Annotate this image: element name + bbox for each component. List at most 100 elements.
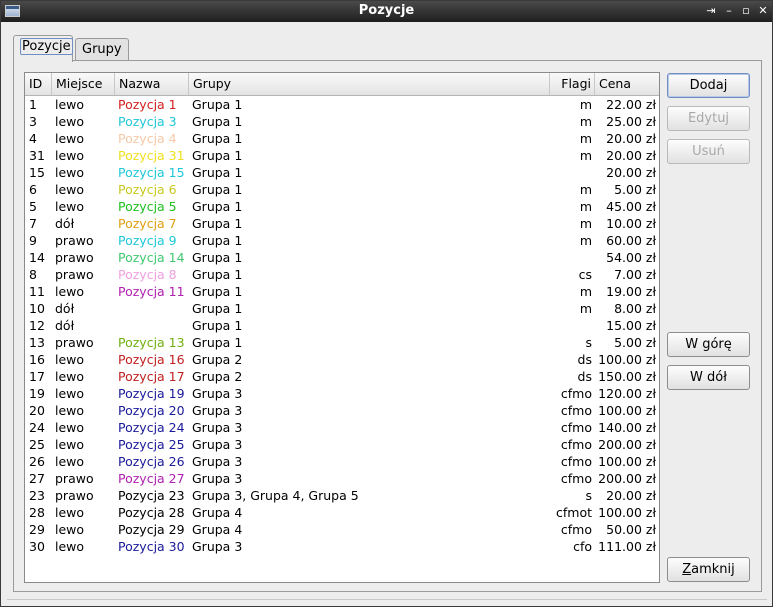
cell-cena: 100.00 zł [598,454,656,469]
cell-flagi: cfmo [560,471,592,486]
edit-button[interactable]: Edytuj [667,106,750,131]
cell-grupy: Grupa 4 [192,505,243,520]
cell-grupy: Grupa 3 [192,454,243,469]
cell-flagi: cfo [573,539,592,554]
cell-id: 4 [29,131,37,146]
table-row[interactable]: 5 lewo Pozycja 5 Grupa 1 m 45.00 zł [25,198,659,215]
table-row[interactable]: 17 lewo Pozycja 17 Grupa 2 ds 150.00 zł [25,368,659,385]
cell-id: 16 [29,352,45,367]
cell-miejsce: lewo [55,522,85,537]
table-row[interactable]: 30 lewo Pozycja 30 Grupa 3 cfo 111.00 zł [25,538,659,555]
cell-id: 9 [29,233,37,248]
table-row[interactable]: 14 prawo Pozycja 14 Grupa 1 54.00 zł [25,249,659,266]
cell-nazwa: Pozycja 14 [118,250,185,265]
title-bar[interactable]: Pozycje ⇥ – ▫ ✕ [1,1,772,22]
table-row[interactable]: 12 dół Grupa 1 15.00 zł [25,317,659,334]
remove-button[interactable]: Usuń [667,139,750,164]
cell-flagi: m [579,114,592,129]
close-button[interactable]: Zamknij [667,557,750,582]
cell-nazwa: Pozycja 29 [118,522,185,537]
cell-flagi: cfmo [560,403,592,418]
table-row[interactable]: 15 lewo Pozycja 15 Grupa 1 20.00 zł [25,164,659,181]
table-row[interactable]: 24 lewo Pozycja 24 Grupa 3 cfmo 140.00 zł [25,419,659,436]
add-button[interactable]: Dodaj [667,73,750,98]
table-row[interactable]: 11 lewo Pozycja 11 Grupa 1 m 19.00 zł [25,283,659,300]
cell-id: 7 [29,216,37,231]
column-header-id[interactable]: ID [25,73,52,95]
cell-miejsce: dół [55,318,75,333]
tab-pozycje[interactable]: Pozycje [13,35,73,62]
move-up-button[interactable]: W górę [667,332,750,357]
cell-flagi: m [579,233,592,248]
cell-id: 6 [29,182,37,197]
column-header-grupy[interactable]: Grupy [189,73,550,95]
cell-grupy: Grupa 1 [192,182,243,197]
cell-grupy: Grupa 3 [192,403,243,418]
table-row[interactable]: 29 lewo Pozycja 29 Grupa 4 cfmo 50.00 zł [25,521,659,538]
table-row[interactable]: 19 lewo Pozycja 19 Grupa 3 cfmo 120.00 zł [25,385,659,402]
table-row[interactable]: 4 lewo Pozycja 4 Grupa 1 m 20.00 zł [25,130,659,147]
maximize-icon[interactable]: ▫ [739,4,753,18]
table-row[interactable]: 20 lewo Pozycja 20 Grupa 3 cfmo 100.00 zł [25,402,659,419]
minimize-icon[interactable]: – [722,4,736,18]
cell-id: 20 [29,403,45,418]
cell-cena: 10.00 zł [606,216,656,231]
cell-cena: 20.00 zł [606,165,656,180]
table-row[interactable]: 8 prawo Pozycja 8 Grupa 1 cs 7.00 zł [25,266,659,283]
column-header-flagi[interactable]: Flagi [550,73,595,95]
cell-id: 13 [29,335,45,350]
table-row[interactable]: 9 prawo Pozycja 9 Grupa 1 m 60.00 zł [25,232,659,249]
cell-nazwa: Pozycja 30 [118,539,185,554]
cell-nazwa: Pozycja 8 [118,267,177,282]
cell-cena: 200.00 zł [598,437,656,452]
table-row[interactable]: 7 dół Pozycja 7 Grupa 1 m 10.00 zł [25,215,659,232]
cell-flagi: cs [578,267,592,282]
cell-grupy: Grupa 3, Grupa 4, Grupa 5 [192,488,359,503]
table-row[interactable]: 28 lewo Pozycja 28 Grupa 4 cfmot 100.00 zł [25,504,659,521]
table-row[interactable]: 3 lewo Pozycja 3 Grupa 1 m 25.00 zł [25,113,659,130]
cell-miejsce: lewo [55,420,85,435]
cell-cena: 140.00 zł [598,420,656,435]
cell-cena: 100.00 zł [598,352,656,367]
table-row[interactable]: 31 lewo Pozycja 31 Grupa 1 m 20.00 zł [25,147,659,164]
cell-grupy: Grupa 1 [192,97,243,112]
table-row[interactable]: 10 dół Grupa 1 m 8.00 zł [25,300,659,317]
window-title: Pozycje [358,3,415,18]
table-row[interactable]: 1 lewo Pozycja 1 Grupa 1 m 22.00 zł [25,96,659,113]
cell-miejsce: lewo [55,437,85,452]
cell-nazwa: Pozycja 11 [118,284,185,299]
table-row[interactable]: 16 lewo Pozycja 16 Grupa 2 ds 100.00 zł [25,351,659,368]
cell-cena: 15.00 zł [606,318,656,333]
positions-list[interactable]: ID Miejsce Nazwa Grupy Flagi Cena 1 lewo P… [24,72,660,583]
table-row[interactable]: 25 lewo Pozycja 25 Grupa 3 cfmo 200.00 zł [25,436,659,453]
cell-cena: 150.00 zł [598,369,656,384]
close-button-mnemonic: Z [682,562,692,577]
table-row[interactable]: 13 prawo Pozycja 13 Grupa 1 s 5.00 zł [25,334,659,351]
cell-nazwa: Pozycja 15 [118,165,185,180]
table-row[interactable]: 23 prawo Pozycja 23 Grupa 3, Grupa 4, Grupa… [25,487,659,504]
cell-cena: 20.00 zł [606,148,656,163]
cell-nazwa: Pozycja 25 [118,437,185,452]
cell-grupy: Grupa 1 [192,148,243,163]
column-header-cena[interactable]: Cena [595,73,659,95]
column-header-miejsce[interactable]: Miejsce [52,73,115,95]
cell-flagi: m [579,148,592,163]
cell-miejsce: lewo [55,97,85,112]
cell-grupy: Grupa 1 [192,216,243,231]
cell-cena: 120.00 zł [598,386,656,401]
cell-grupy: Grupa 1 [192,114,243,129]
pin-icon[interactable]: ⇥ [704,4,718,18]
cell-miejsce: lewo [55,403,85,418]
table-row[interactable]: 6 lewo Pozycja 6 Grupa 1 m 5.00 zł [25,181,659,198]
cell-id: 19 [29,386,45,401]
move-down-button[interactable]: W dół [667,365,750,390]
cell-miejsce: prawo [55,488,94,503]
cell-cena: 20.00 zł [606,131,656,146]
table-row[interactable]: 26 lewo Pozycja 26 Grupa 3 cfmo 100.00 zł [25,453,659,470]
app-window: Pozycje ⇥ – ▫ ✕ Pozycje Grupy ID Miejsce… [0,0,773,607]
close-icon[interactable]: ✕ [756,4,770,18]
table-row[interactable]: 27 prawo Pozycja 27 Grupa 3 cfmo 200.00 zł [25,470,659,487]
cell-nazwa: Pozycja 26 [118,454,185,469]
cell-grupy: Grupa 2 [192,369,243,384]
column-header-nazwa[interactable]: Nazwa [115,73,189,95]
